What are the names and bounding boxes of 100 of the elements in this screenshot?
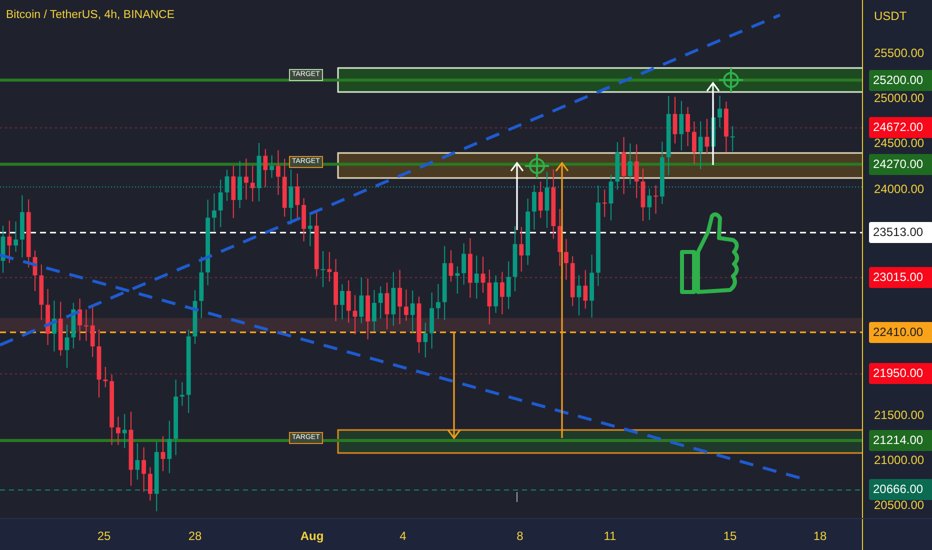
price-tick: 20500.00 (874, 498, 924, 512)
candle (308, 214, 312, 247)
candle (314, 210, 319, 277)
candle (494, 274, 498, 314)
candle (352, 294, 358, 335)
candle (564, 238, 568, 280)
candle (96, 328, 102, 398)
candle (474, 255, 479, 300)
candle (58, 301, 63, 356)
candle (122, 414, 127, 449)
candle (602, 189, 607, 218)
candle (730, 126, 735, 152)
candle (410, 290, 415, 334)
candle (679, 100, 684, 151)
price-tick: 25500.00 (874, 46, 924, 60)
candle (519, 226, 524, 272)
candle (32, 250, 38, 292)
candle (704, 118, 710, 154)
price-tick: 24000.00 (874, 182, 924, 196)
price-label: 25200.00 (869, 70, 932, 91)
candle (26, 198, 31, 268)
candle (404, 289, 408, 322)
candle (7, 220, 12, 264)
candle (340, 284, 344, 320)
candle (327, 252, 332, 282)
candle (192, 290, 198, 344)
candle (455, 266, 460, 294)
candle (346, 280, 351, 324)
candle (244, 158, 248, 200)
candle (372, 290, 376, 332)
candle (500, 271, 504, 315)
candle (654, 184, 658, 214)
candle (718, 95, 722, 128)
candle (608, 174, 614, 221)
crosshair-icon (718, 67, 744, 93)
thumbs-up-icon (680, 212, 739, 294)
tick-mark (516, 492, 518, 502)
price-label: 21214.00 (869, 430, 932, 451)
candle (359, 276, 364, 324)
candle (583, 270, 588, 310)
candle (590, 254, 594, 318)
candle (20, 194, 24, 258)
date-tick: 11 (604, 528, 616, 545)
candle (378, 286, 383, 320)
date-tick: Aug (300, 528, 324, 545)
candle (692, 121, 696, 164)
candle (116, 416, 120, 446)
candle (238, 160, 242, 209)
candle (551, 168, 556, 240)
candle (570, 256, 575, 306)
candle (416, 296, 422, 354)
candle (302, 198, 306, 242)
candle (672, 96, 678, 144)
candle (506, 260, 511, 310)
price-tick: 21500.00 (874, 408, 924, 422)
candle (615, 142, 620, 190)
candle (698, 120, 703, 170)
candle (167, 420, 172, 474)
crosshair-icon (524, 153, 550, 179)
candle (180, 382, 184, 406)
candle (576, 274, 582, 316)
candle (103, 366, 108, 388)
candle (686, 106, 690, 147)
candle (52, 300, 56, 352)
candle (282, 158, 287, 218)
candle (39, 264, 44, 320)
date-tick: 18 (813, 528, 827, 545)
candle (334, 258, 338, 322)
candle (366, 278, 370, 340)
currency-label: USDT (874, 8, 907, 25)
candle (14, 221, 18, 252)
price-tick: 25000.00 (874, 91, 924, 106)
candle (391, 272, 396, 326)
candle (660, 141, 664, 204)
candle (724, 101, 728, 153)
candle (78, 298, 82, 342)
candle (154, 440, 159, 512)
candle (628, 142, 632, 186)
candle (468, 238, 472, 298)
candle (110, 374, 114, 446)
candle (46, 288, 50, 346)
candle (640, 168, 646, 222)
candle (160, 436, 166, 472)
candle (526, 198, 530, 266)
price-tick: 24500.00 (874, 136, 924, 150)
date-tick: 8 (516, 528, 524, 545)
candle (142, 446, 146, 492)
candle (224, 169, 230, 202)
candle (487, 269, 492, 325)
price-tick: 21000.00 (874, 452, 924, 467)
date-tick: 15 (723, 528, 737, 545)
price-label: 24270.00 (869, 154, 932, 175)
candle (538, 181, 543, 218)
candle (634, 144, 639, 199)
candle (647, 188, 652, 221)
price-label: 22410.00 (869, 322, 932, 343)
candle (288, 168, 294, 225)
candle (512, 226, 518, 292)
candle (423, 322, 428, 358)
candle (135, 442, 140, 480)
